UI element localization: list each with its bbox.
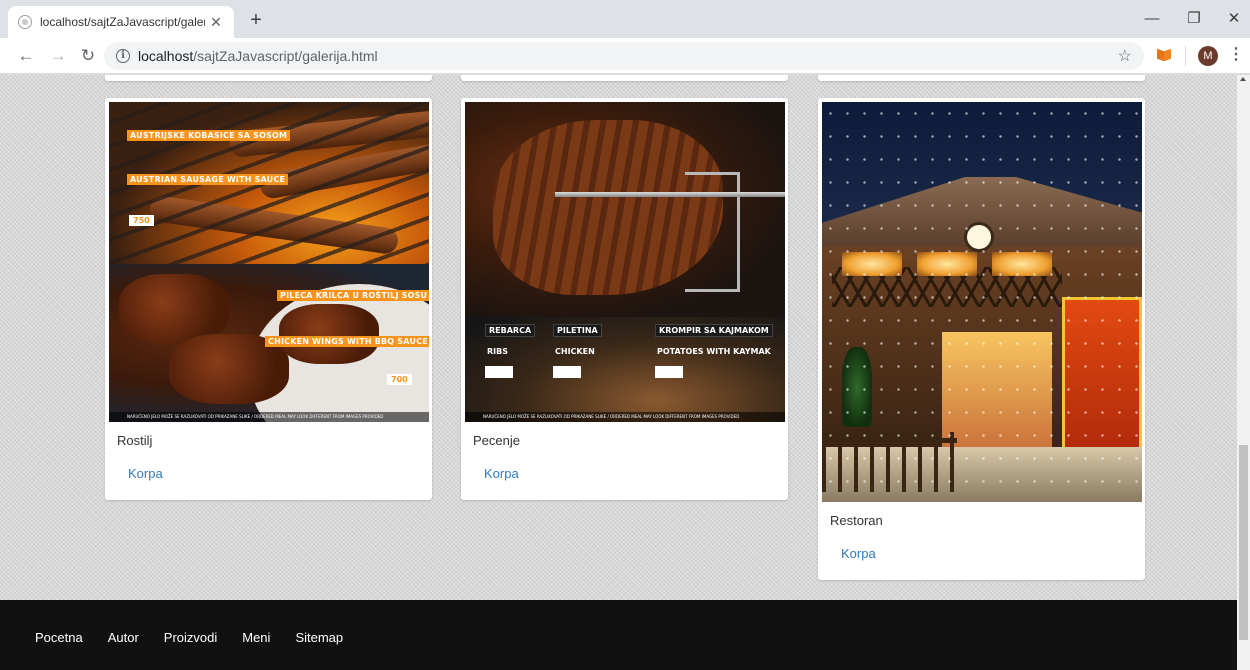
- url-path: /sajtZaJavascript/galerija.html: [193, 48, 378, 64]
- tab-title: localhost/sajtZaJavascript/galerija: [40, 15, 205, 29]
- card-bottom-edge: [105, 75, 432, 81]
- close-tab-icon[interactable]: ✕: [208, 14, 224, 31]
- footer-link-autor[interactable]: Autor: [108, 630, 139, 645]
- footer-link-sitemap[interactable]: Sitemap: [295, 630, 343, 645]
- menu-price-tag: 750: [129, 215, 154, 226]
- page-scrollbar[interactable]: [1237, 75, 1250, 670]
- card-bottom-edge: [818, 75, 1145, 81]
- restoran-image[interactable]: [822, 102, 1142, 502]
- price-box: [485, 366, 513, 378]
- card-caption: Rostilj: [117, 433, 153, 448]
- footer-nav: Pocetna Autor Proizvodi Meni Sitemap: [35, 630, 368, 645]
- menu-item-label: KROMPIR SA KAJMAKOM: [655, 324, 773, 337]
- footer-link-proizvodi[interactable]: Proizvodi: [164, 630, 217, 645]
- rostilj-image[interactable]: AUSTRIJSKE KOBASICE SA SOSOM AUSTRIAN SA…: [109, 102, 429, 422]
- menu-footnote: NARUČENO JELO MOŽE SE RAZLIKOVATI OD PRI…: [109, 412, 429, 422]
- menu-item-heading: AUSTRIJSKE KOBASICE SA SOSOM: [127, 130, 291, 141]
- menu-item-heading: PILECA KRILCA U ROŠTILJ SOSU: [277, 290, 429, 301]
- gallery-card-restoran: Restoran Korpa: [818, 98, 1145, 580]
- price-box: [655, 366, 683, 378]
- menu-item-label: REBARCA: [485, 324, 536, 337]
- price-box: [553, 366, 581, 378]
- menu-item-label: PILETINA: [553, 324, 602, 337]
- menu-item-label: CHICKEN: [555, 347, 595, 356]
- gallery-card-pecenje: REBARCA PILETINA KROMPIR SA KAJMAKOM RIB…: [461, 98, 788, 500]
- card-caption: Restoran: [830, 513, 883, 528]
- menu-item-label: RIBS: [487, 347, 508, 356]
- profile-avatar[interactable]: M: [1198, 46, 1218, 66]
- address-bar[interactable]: i localhost/sajtZaJavascript/galerija.ht…: [104, 42, 1144, 70]
- close-window-icon[interactable]: ✕: [1222, 8, 1246, 32]
- browser-tab[interactable]: localhost/sajtZaJavascript/galerija ✕: [8, 6, 234, 38]
- page-viewport: AUSTRIJSKE KOBASICE SA SOSOM AUSTRIAN SA…: [0, 75, 1237, 670]
- scroll-thumb[interactable]: [1239, 445, 1248, 640]
- wing-shape: [279, 304, 379, 364]
- site-footer: Pocetna Autor Proizvodi Meni Sitemap: [0, 600, 1237, 670]
- minimize-icon[interactable]: —: [1140, 8, 1164, 32]
- scroll-up-arrow-icon[interactable]: [1240, 77, 1246, 81]
- gallery-card-rostilj: AUSTRIJSKE KOBASICE SA SOSOM AUSTRIAN SA…: [105, 98, 432, 500]
- toolbar-separator: [1185, 46, 1186, 66]
- back-arrow-icon[interactable]: ←: [14, 44, 38, 68]
- menu-item-heading: AUSTRIAN SAUSAGE WITH SAUCE: [127, 174, 289, 185]
- metamask-extension-icon[interactable]: [1157, 48, 1171, 62]
- footer-link-meni[interactable]: Meni: [242, 630, 270, 645]
- korpa-link[interactable]: Korpa: [841, 546, 876, 561]
- menu-item-label: POTATOES WITH KAYMAK: [657, 347, 771, 356]
- menu-footnote: NARUČENO JELO MOŽE SE RAZLIKOVATI OD PRI…: [465, 412, 785, 422]
- new-tab-icon[interactable]: +: [244, 9, 268, 33]
- menu-item-heading: CHICKEN WINGS WITH BBQ SAUCE: [265, 336, 429, 347]
- restore-icon[interactable]: ❐: [1182, 8, 1206, 32]
- info-icon[interactable]: i: [116, 49, 130, 63]
- korpa-link[interactable]: Korpa: [128, 466, 163, 481]
- menu-price-tag: 700: [387, 374, 412, 385]
- korpa-link[interactable]: Korpa: [484, 466, 519, 481]
- browser-menu-icon[interactable]: ⋮: [1228, 46, 1244, 66]
- bookmark-star-icon[interactable]: ☆: [1118, 46, 1132, 66]
- reload-icon[interactable]: ↻: [76, 44, 100, 68]
- snowfall: [822, 102, 1142, 502]
- pecenje-image[interactable]: REBARCA PILETINA KROMPIR SA KAJMAKOM RIB…: [465, 102, 785, 422]
- spit-rod-shape: [555, 192, 785, 197]
- browser-tabstrip: localhost/sajtZaJavascript/galerija ✕ + …: [0, 0, 1250, 38]
- url-host: localhost: [138, 48, 194, 64]
- card-bottom-edge: [461, 75, 788, 81]
- footer-link-pocetna[interactable]: Pocetna: [35, 630, 83, 645]
- browser-toolbar: ← → ↻ i localhost/sajtZaJavascript/galer…: [0, 38, 1250, 74]
- card-caption: Pecenje: [473, 433, 520, 448]
- forward-arrow-icon[interactable]: →: [46, 44, 70, 68]
- favicon-icon: [18, 15, 32, 29]
- spit-frame-shape: [685, 172, 740, 292]
